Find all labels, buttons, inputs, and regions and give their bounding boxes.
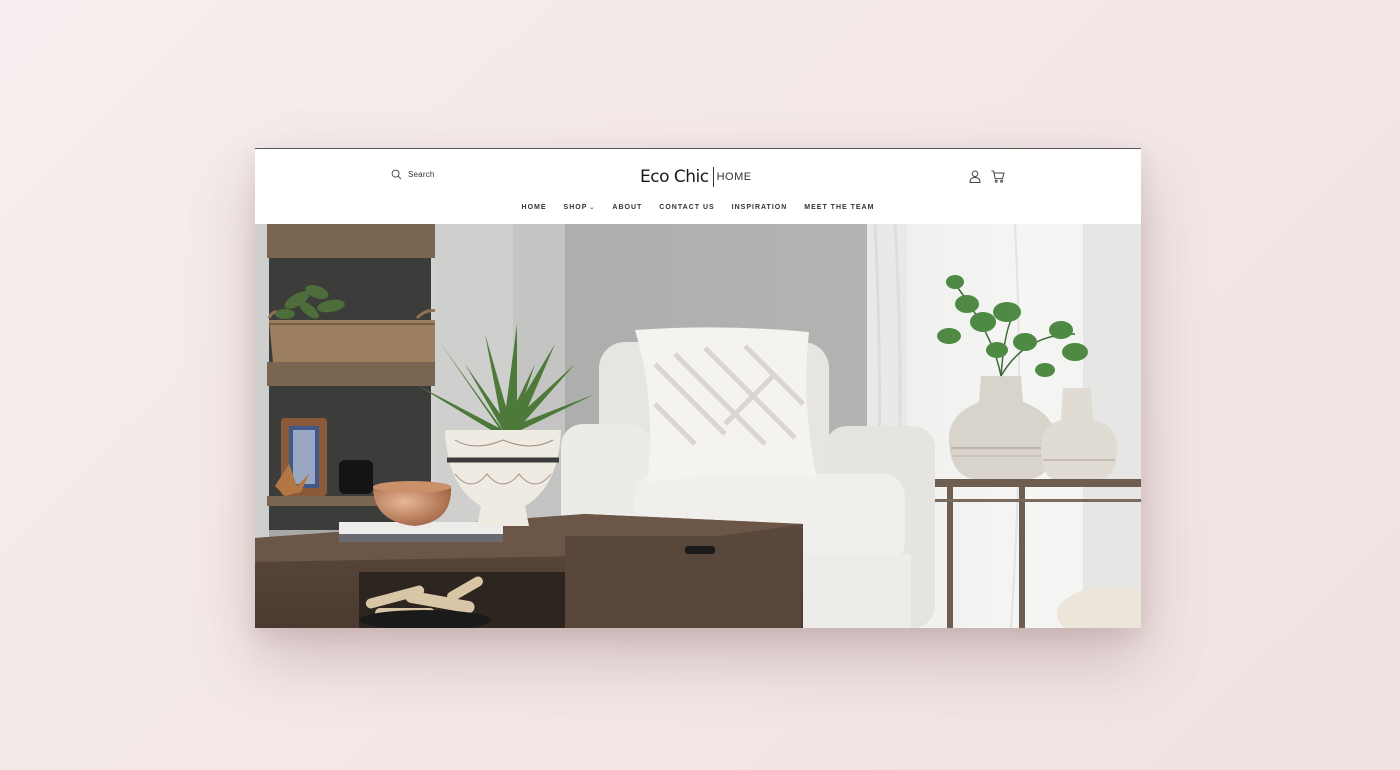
living-room-photo <box>255 224 1141 628</box>
site-logo[interactable]: Eco Chic HOME <box>640 165 752 189</box>
nav-contact-label: CONTACT US <box>659 204 715 211</box>
nav-meet-the-team[interactable]: MEET THE TEAM <box>804 204 874 211</box>
cart-button[interactable] <box>991 170 1005 188</box>
logo-divider <box>712 167 714 187</box>
browser-frame: Search Eco Chic HOME HOME SHOP ⌄ ABOUT CO <box>255 148 1141 628</box>
chevron-down-icon: ⌄ <box>589 205 596 211</box>
main-navigation: HOME SHOP ⌄ ABOUT CONTACT US INSPIRATION … <box>255 204 1141 211</box>
nav-team-label: MEET THE TEAM <box>804 204 875 211</box>
nav-about-label: ABOUT <box>612 204 643 211</box>
nav-home[interactable]: HOME <box>522 204 547 211</box>
search-icon <box>391 169 402 180</box>
nav-inspiration[interactable]: INSPIRATION <box>732 204 788 211</box>
nav-contact-us[interactable]: CONTACT US <box>659 204 714 211</box>
nav-inspiration-label: INSPIRATION <box>731 204 788 211</box>
user-icon <box>969 170 981 183</box>
search-button[interactable]: Search <box>391 169 435 180</box>
search-label: Search <box>408 170 435 179</box>
site-header: Search Eco Chic HOME HOME SHOP ⌄ ABOUT CO <box>255 148 1141 225</box>
hero-image <box>255 224 1141 628</box>
nav-shop[interactable]: SHOP ⌄ <box>564 204 596 211</box>
nav-shop-label: SHOP <box>563 204 588 211</box>
nav-about[interactable]: ABOUT <box>612 204 642 211</box>
logo-wordmark: Eco Chic <box>640 167 709 187</box>
nav-home-label: HOME <box>521 204 547 211</box>
account-button[interactable] <box>969 170 981 188</box>
cart-icon <box>991 170 1005 183</box>
logo-subtitle: HOME <box>716 171 752 183</box>
